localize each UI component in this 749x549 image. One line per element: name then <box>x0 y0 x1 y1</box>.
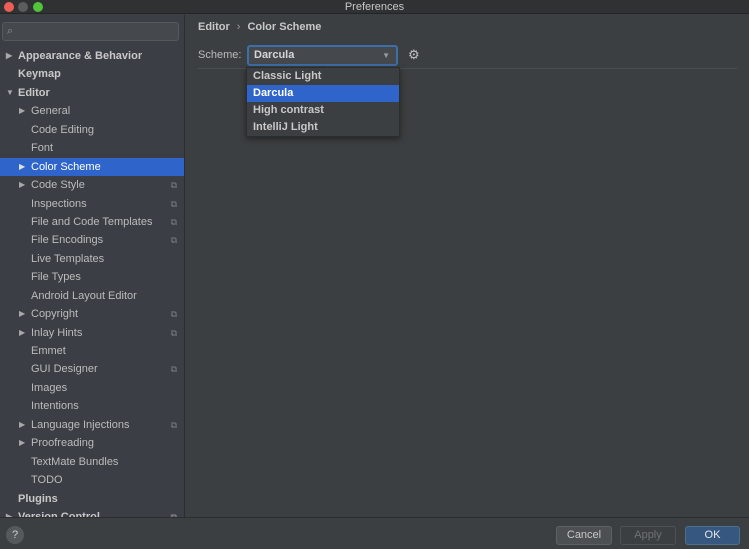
sidebar-item-label: File and Code Templates <box>31 215 153 228</box>
window-title: Preferences <box>344 1 405 13</box>
sidebar-item-file-and-code-templates[interactable]: File and Code Templates ⧉ <box>0 213 184 231</box>
chevron-down-icon: ▼ <box>382 51 390 60</box>
sidebar-item-plugins[interactable]: Plugins <box>0 490 184 508</box>
sidebar-item-label: Code Editing <box>31 123 94 136</box>
search-icon: ⌕ <box>7 25 14 37</box>
sidebar-item-label: Proofreading <box>31 437 94 450</box>
sidebar-item-color-scheme[interactable]: ▶ Color Scheme <box>0 157 184 177</box>
sidebar-item-version-control[interactable]: ▶ Version Control ⧉ <box>0 508 184 517</box>
collapsed-arrow-icon[interactable]: ▶ <box>19 305 25 323</box>
sidebar-item-label: Editor <box>18 86 50 99</box>
sidebar-item-file-types[interactable]: File Types <box>0 268 184 286</box>
scheme-select-value: Darcula <box>254 49 295 61</box>
scheme-label: Scheme: <box>198 49 242 61</box>
collapsed-arrow-icon[interactable]: ▶ <box>19 176 25 194</box>
apply-button[interactable]: Apply <box>620 526 676 545</box>
expanded-arrow-icon[interactable]: ▼ <box>6 84 14 102</box>
sidebar-item-label: Plugins <box>18 492 58 505</box>
sidebar-item-live-templates[interactable]: Live Templates <box>0 250 184 268</box>
settings-sidebar: ⌕ ▶ Appearance & Behavior Keymap ▼ Editor ▶ Ge… <box>0 15 185 517</box>
sidebar-item-label: Keymap <box>18 68 61 81</box>
settings-search-input[interactable]: ⌕ <box>2 22 179 41</box>
scheme-option[interactable]: Darcula <box>247 85 399 102</box>
sidebar-item-label: GUI Designer <box>31 363 98 376</box>
sidebar-item-emmet[interactable]: Emmet <box>0 342 184 360</box>
sidebar-item-gui-designer[interactable]: GUI Designer ⧉ <box>0 360 184 378</box>
project-scope-icon: ⧉ <box>170 327 177 338</box>
sidebar-item-label: Inlay Hints <box>31 326 83 339</box>
project-scope-icon: ⧉ <box>170 198 177 209</box>
sidebar-item-editor[interactable]: ▼ Editor <box>0 84 184 102</box>
sidebar-item-label: Language Injections <box>31 418 130 431</box>
sidebar-item-intentions[interactable]: Intentions <box>0 397 184 415</box>
breadcrumb-separator: › <box>236 21 241 33</box>
project-scope-icon: ⧉ <box>170 419 177 430</box>
sidebar-item-file-encodings[interactable]: File Encodings ⧉ <box>0 231 184 249</box>
sidebar-item-proofreading[interactable]: ▶ Proofreading <box>0 434 184 452</box>
ok-button[interactable]: OK <box>685 526 740 545</box>
sidebar-item-label: Color Scheme <box>31 160 101 173</box>
gear-icon[interactable]: ⚙ <box>408 48 420 62</box>
project-scope-icon: ⧉ <box>170 364 177 375</box>
collapsed-arrow-icon[interactable]: ▶ <box>19 324 25 342</box>
collapsed-arrow-icon[interactable]: ▶ <box>19 416 25 434</box>
sidebar-item-copyright[interactable]: ▶ Copyright ⧉ <box>0 305 184 323</box>
breadcrumb-current: Color Scheme <box>247 21 322 33</box>
sidebar-item-code-style[interactable]: ▶ Code Style ⧉ <box>0 176 184 194</box>
sidebar-item-label: Images <box>31 381 68 394</box>
sidebar-item-label: Copyright <box>31 308 79 321</box>
help-button[interactable]: ? <box>6 526 24 544</box>
sidebar-item-code-editing[interactable]: Code Editing <box>0 121 184 139</box>
sidebar-item-label: Version Control <box>18 510 100 517</box>
sidebar-item-inspections[interactable]: Inspections ⧉ <box>0 195 184 213</box>
sidebar-item-label: Intentions <box>31 400 79 413</box>
breadcrumb: Editor › Color Scheme <box>198 21 321 33</box>
sidebar-item-font[interactable]: Font <box>0 139 184 157</box>
sidebar-item-label: Inspections <box>31 197 87 210</box>
scheme-option[interactable]: IntelliJ Light <box>247 119 399 136</box>
sidebar-item-keymap[interactable]: Keymap <box>0 65 184 83</box>
sidebar-item-label: File Encodings <box>31 234 104 247</box>
sidebar-item-label: Font <box>31 142 54 155</box>
sidebar-item-android-layout-editor[interactable]: Android Layout Editor <box>0 287 184 305</box>
project-scope-icon: ⧉ <box>170 180 177 191</box>
collapsed-arrow-icon[interactable]: ▶ <box>19 434 25 452</box>
sidebar-item-inlay-hints[interactable]: ▶ Inlay Hints ⧉ <box>0 324 184 342</box>
scheme-dropdown-list: Classic Light Darcula High contrast Intelli… <box>246 67 400 137</box>
scheme-option[interactable]: High contrast <box>247 102 399 119</box>
sidebar-item-textmate-bundles[interactable]: TextMate Bundles <box>0 453 184 471</box>
collapsed-arrow-icon[interactable]: ▶ <box>6 508 12 517</box>
bottom-bar: ? Cancel Apply OK <box>0 517 749 549</box>
sidebar-item-label: Emmet <box>31 345 66 357</box>
breadcrumb-parent: Editor <box>198 21 230 33</box>
scheme-select[interactable]: Darcula ▼ <box>247 45 398 66</box>
sidebar-item-label: Code Style <box>31 179 85 192</box>
sidebar-item-label: TODO <box>31 474 63 487</box>
collapsed-arrow-icon[interactable]: ▶ <box>19 102 25 120</box>
project-scope-icon: ⧉ <box>170 235 177 246</box>
project-scope-icon: ⧉ <box>170 309 177 320</box>
sidebar-item-label: Android Layout Editor <box>31 289 137 302</box>
sidebar-item-label: Live Templates <box>31 252 105 265</box>
sidebar-item-language-injections[interactable]: ▶ Language Injections ⧉ <box>0 416 184 434</box>
sidebar-item-todo[interactable]: TODO <box>0 471 184 489</box>
collapsed-arrow-icon[interactable]: ▶ <box>6 47 12 65</box>
collapsed-arrow-icon[interactable]: ▶ <box>19 158 25 176</box>
project-scope-icon: ⧉ <box>170 216 177 227</box>
cancel-button[interactable]: Cancel <box>556 526 612 545</box>
sidebar-item-label: General <box>31 105 71 118</box>
sidebar-item-label: TextMate Bundles <box>31 455 119 468</box>
sidebar-item-label: Appearance & Behavior <box>18 50 143 62</box>
sidebar-item-label: File Types <box>31 271 81 284</box>
scheme-option[interactable]: Classic Light <box>247 68 399 85</box>
sidebar-item-images[interactable]: Images <box>0 379 184 397</box>
title-bar: Preferences <box>0 0 749 14</box>
sidebar-item-general[interactable]: ▶ General <box>0 102 184 120</box>
sidebar-item-appearance-behavior[interactable]: ▶ Appearance & Behavior <box>0 47 184 65</box>
project-scope-icon: ⧉ <box>170 511 177 517</box>
settings-tree: ▶ Appearance & Behavior Keymap ▼ Editor ▶ Gene… <box>0 47 184 517</box>
